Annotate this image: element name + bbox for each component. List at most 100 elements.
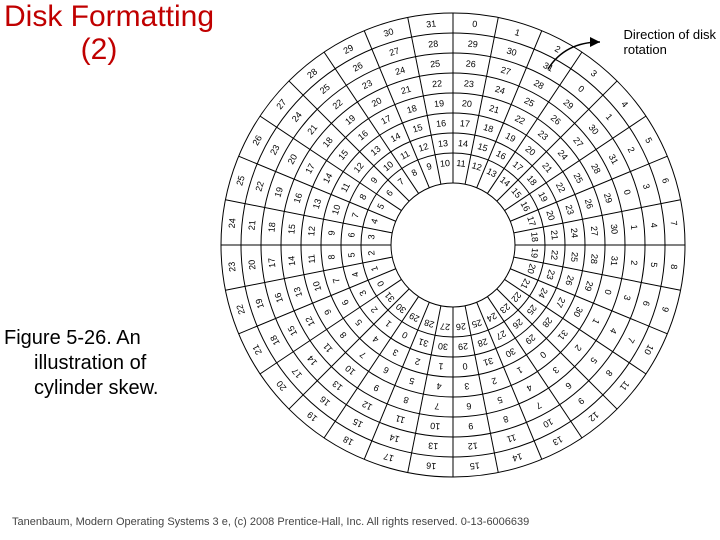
sector-number: 4 — [350, 271, 361, 279]
sector-number: 0 — [576, 83, 586, 94]
sector-number: 27 — [589, 226, 600, 237]
sector-number: 26 — [563, 274, 575, 286]
sector-number: 17 — [525, 215, 537, 227]
sector-number: 17 — [459, 118, 470, 129]
sector-number: 15 — [286, 224, 297, 235]
sector-number: 7 — [434, 401, 440, 411]
sector-number: 8 — [669, 264, 679, 270]
sector-number: 10 — [343, 363, 357, 377]
sector-number: 2 — [629, 260, 639, 266]
sector-number: 30 — [504, 346, 518, 360]
sector-number: 2 — [490, 375, 498, 386]
sector-number: 3 — [366, 234, 376, 240]
sector-number: 17 — [266, 257, 277, 268]
sector-number: 23 — [536, 128, 550, 142]
sector-number: 7 — [625, 336, 636, 345]
sector-number: 30 — [505, 45, 517, 57]
sector-number: 21 — [540, 161, 554, 175]
sector-number: 14 — [286, 255, 297, 266]
sector-number: 17 — [382, 451, 394, 463]
sector-number: 23 — [268, 143, 282, 157]
sector-number: 9 — [576, 396, 586, 407]
sector-number: 15 — [469, 460, 480, 471]
sector-number: 19 — [305, 410, 319, 424]
sector-number: 22 — [554, 181, 568, 195]
sector-number: 31 — [609, 255, 620, 266]
sector-number: 26 — [511, 317, 525, 331]
sector-number: 27 — [554, 296, 568, 310]
sector-number: 17 — [290, 366, 304, 380]
sector-number: 1 — [515, 365, 524, 376]
sector-number: 20 — [523, 144, 537, 158]
sector-number: 21 — [400, 84, 412, 96]
sector-number: 22 — [513, 113, 527, 127]
sector-number: 6 — [382, 365, 391, 376]
sector-number: 9 — [322, 307, 333, 316]
sector-number: 16 — [518, 200, 532, 214]
sector-number: 27 — [571, 135, 585, 149]
sector-number: 6 — [660, 177, 671, 185]
sector-number: 21 — [519, 277, 533, 291]
sector-number: 0 — [375, 279, 386, 288]
sector-number: 26 — [250, 134, 264, 148]
sector-number: 14 — [498, 175, 512, 189]
sector-number: 4 — [370, 334, 380, 345]
sector-number: 30 — [382, 26, 394, 38]
sector-number: 21 — [488, 103, 500, 115]
sector-number: 22 — [253, 180, 265, 192]
sector-number: 16 — [318, 394, 332, 408]
sector-number: 7 — [331, 277, 342, 285]
sector-number: 26 — [351, 60, 365, 74]
sector-number: 18 — [321, 135, 335, 149]
title-line-2: (2) — [4, 33, 194, 66]
sector-number: 23 — [498, 301, 512, 315]
sector-number: 23 — [463, 78, 474, 89]
sector-number: 10 — [439, 158, 450, 169]
sector-number: 16 — [494, 148, 508, 162]
sector-number: 1 — [604, 112, 615, 122]
sector-number: 14 — [321, 171, 335, 185]
sector-number: 9 — [468, 421, 474, 431]
sector-number: 7 — [534, 400, 543, 411]
sector-number: 11 — [398, 148, 411, 161]
sector-number: 4 — [525, 382, 534, 393]
sector-number: 12 — [360, 399, 374, 413]
sector-number: 2 — [553, 44, 562, 55]
sector-number: 9 — [372, 382, 381, 393]
sector-number: 31 — [607, 152, 621, 166]
sector-number: 11 — [618, 379, 632, 393]
sector-number: 11 — [339, 181, 352, 194]
sector-number: 31 — [417, 336, 429, 348]
sector-number: 11 — [394, 413, 406, 425]
sector-number: 9 — [326, 230, 336, 236]
sector-number: 4 — [619, 99, 630, 109]
sector-number: 12 — [467, 441, 478, 452]
sector-number: 10 — [330, 203, 342, 215]
sector-number: 25 — [525, 303, 539, 317]
sector-number: 10 — [430, 421, 441, 432]
sector-number: 27 — [440, 321, 451, 332]
sector-number: 24 — [556, 148, 570, 162]
sector-number: 5 — [346, 252, 356, 258]
sector-number: 14 — [458, 138, 469, 149]
sector-number: 28 — [423, 317, 435, 329]
sector-number: 3 — [589, 68, 599, 79]
sector-number: 29 — [467, 39, 478, 50]
sector-number: 18 — [482, 122, 494, 134]
sector-number: 26 — [549, 113, 563, 127]
sector-number: 1 — [383, 318, 393, 329]
sector-number: 20 — [525, 263, 537, 275]
sector-number: 30 — [394, 301, 408, 315]
sector-number: 29 — [602, 192, 614, 204]
sector-number: 18 — [268, 333, 282, 347]
sector-number: 16 — [356, 128, 370, 142]
caption-line-3: cylinder skew. — [4, 376, 159, 401]
sector-number: 2 — [626, 145, 637, 154]
sector-number: 24 — [394, 65, 406, 77]
sector-number: 14 — [305, 353, 319, 367]
sector-number: 24 — [536, 286, 550, 300]
sector-number: 25 — [569, 252, 580, 263]
sector-number: 9 — [660, 306, 671, 314]
sector-number: 11 — [506, 432, 518, 444]
sector-number: 29 — [583, 280, 595, 292]
